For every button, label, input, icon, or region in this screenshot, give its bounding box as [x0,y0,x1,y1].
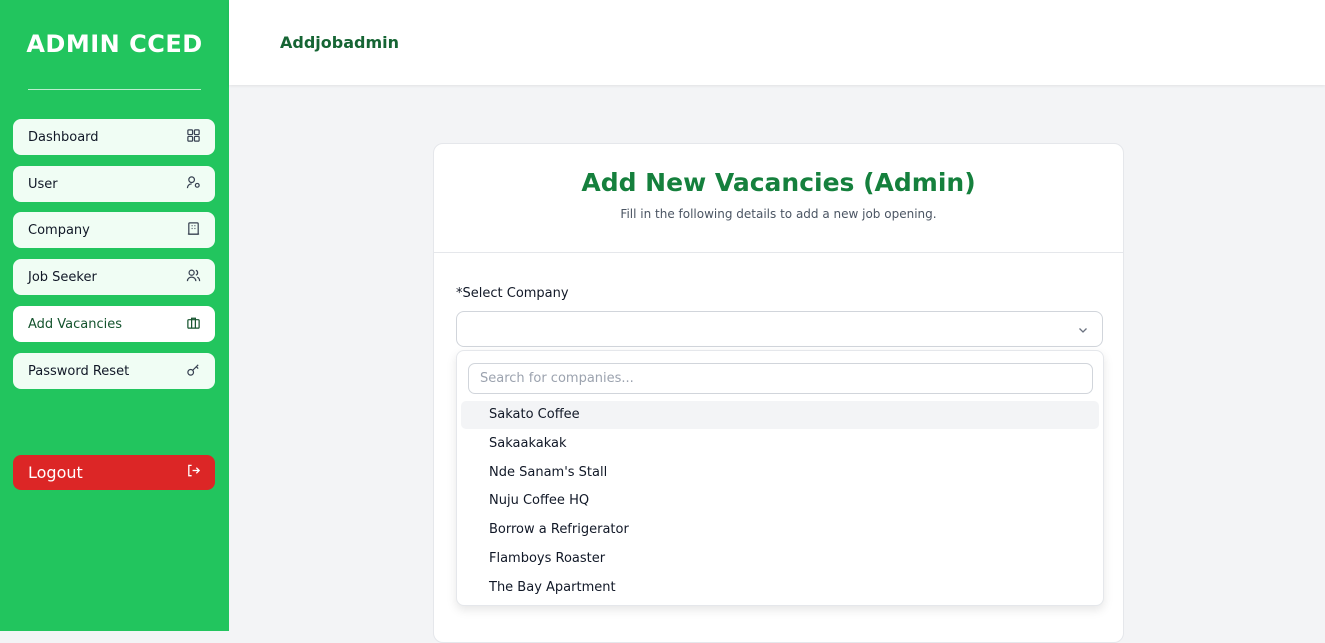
logout-icon [186,463,201,482]
sidebar-item-add-vacancies[interactable]: Add Vacancies [13,306,215,342]
sidebar-item-label: Add Vacancies [28,316,123,332]
company-select[interactable] [456,311,1103,347]
company-option[interactable]: The Bay Apartment [461,574,1099,602]
sidebar-item-label: User [28,176,58,192]
briefcase-icon [186,315,201,334]
chevron-down-icon [1079,328,1087,333]
top-header: Addjobadmin [229,0,1325,85]
sidebar-item-label: Dashboard [28,129,99,145]
building-icon [186,221,201,240]
company-dropdown: Sakato Coffee Sakaakakak Nde Sanam's Sta… [456,350,1104,606]
key-icon [186,362,201,381]
sidebar-item-job-seeker[interactable]: Job Seeker [13,259,215,295]
logout-button[interactable]: Logout [13,455,215,490]
page-title: Addjobadmin [280,33,400,52]
sidebar-item-label: Job Seeker [28,269,97,285]
sidebar-item-dashboard[interactable]: Dashboard [13,119,215,155]
sidebar-item-label: Company [28,222,90,238]
company-option[interactable]: Nde Sanam's Stall [461,459,1099,487]
company-option[interactable]: Borrow a Refrigerator [461,516,1099,544]
sidebar-item-user[interactable]: User [13,166,215,202]
company-option[interactable]: Sakaakakak [461,430,1099,458]
form-subtitle: Fill in the following details to add a n… [620,207,937,221]
company-search-input[interactable] [468,363,1093,394]
company-option[interactable]: Flamboys Roaster [461,545,1099,573]
form-title: Add New Vacancies (Admin) [581,168,976,197]
sidebar: ADMIN CCED Dashboard User Company Job Se… [0,0,229,631]
grid-icon [186,128,201,147]
users-icon [186,268,201,287]
sidebar-item-password-reset[interactable]: Password Reset [13,353,215,389]
brand-divider [28,89,201,90]
sidebar-item-label: Password Reset [28,363,130,379]
logout-label: Logout [28,463,83,482]
company-option[interactable]: Nuju Coffee HQ [461,487,1099,515]
brand-title: ADMIN CCED [26,30,203,58]
company-option[interactable]: Sakato Coffee [461,401,1099,429]
form-divider [434,252,1123,253]
select-company-label: *Select Company [456,286,569,301]
user-settings-icon [186,175,201,194]
sidebar-item-company[interactable]: Company [13,212,215,248]
